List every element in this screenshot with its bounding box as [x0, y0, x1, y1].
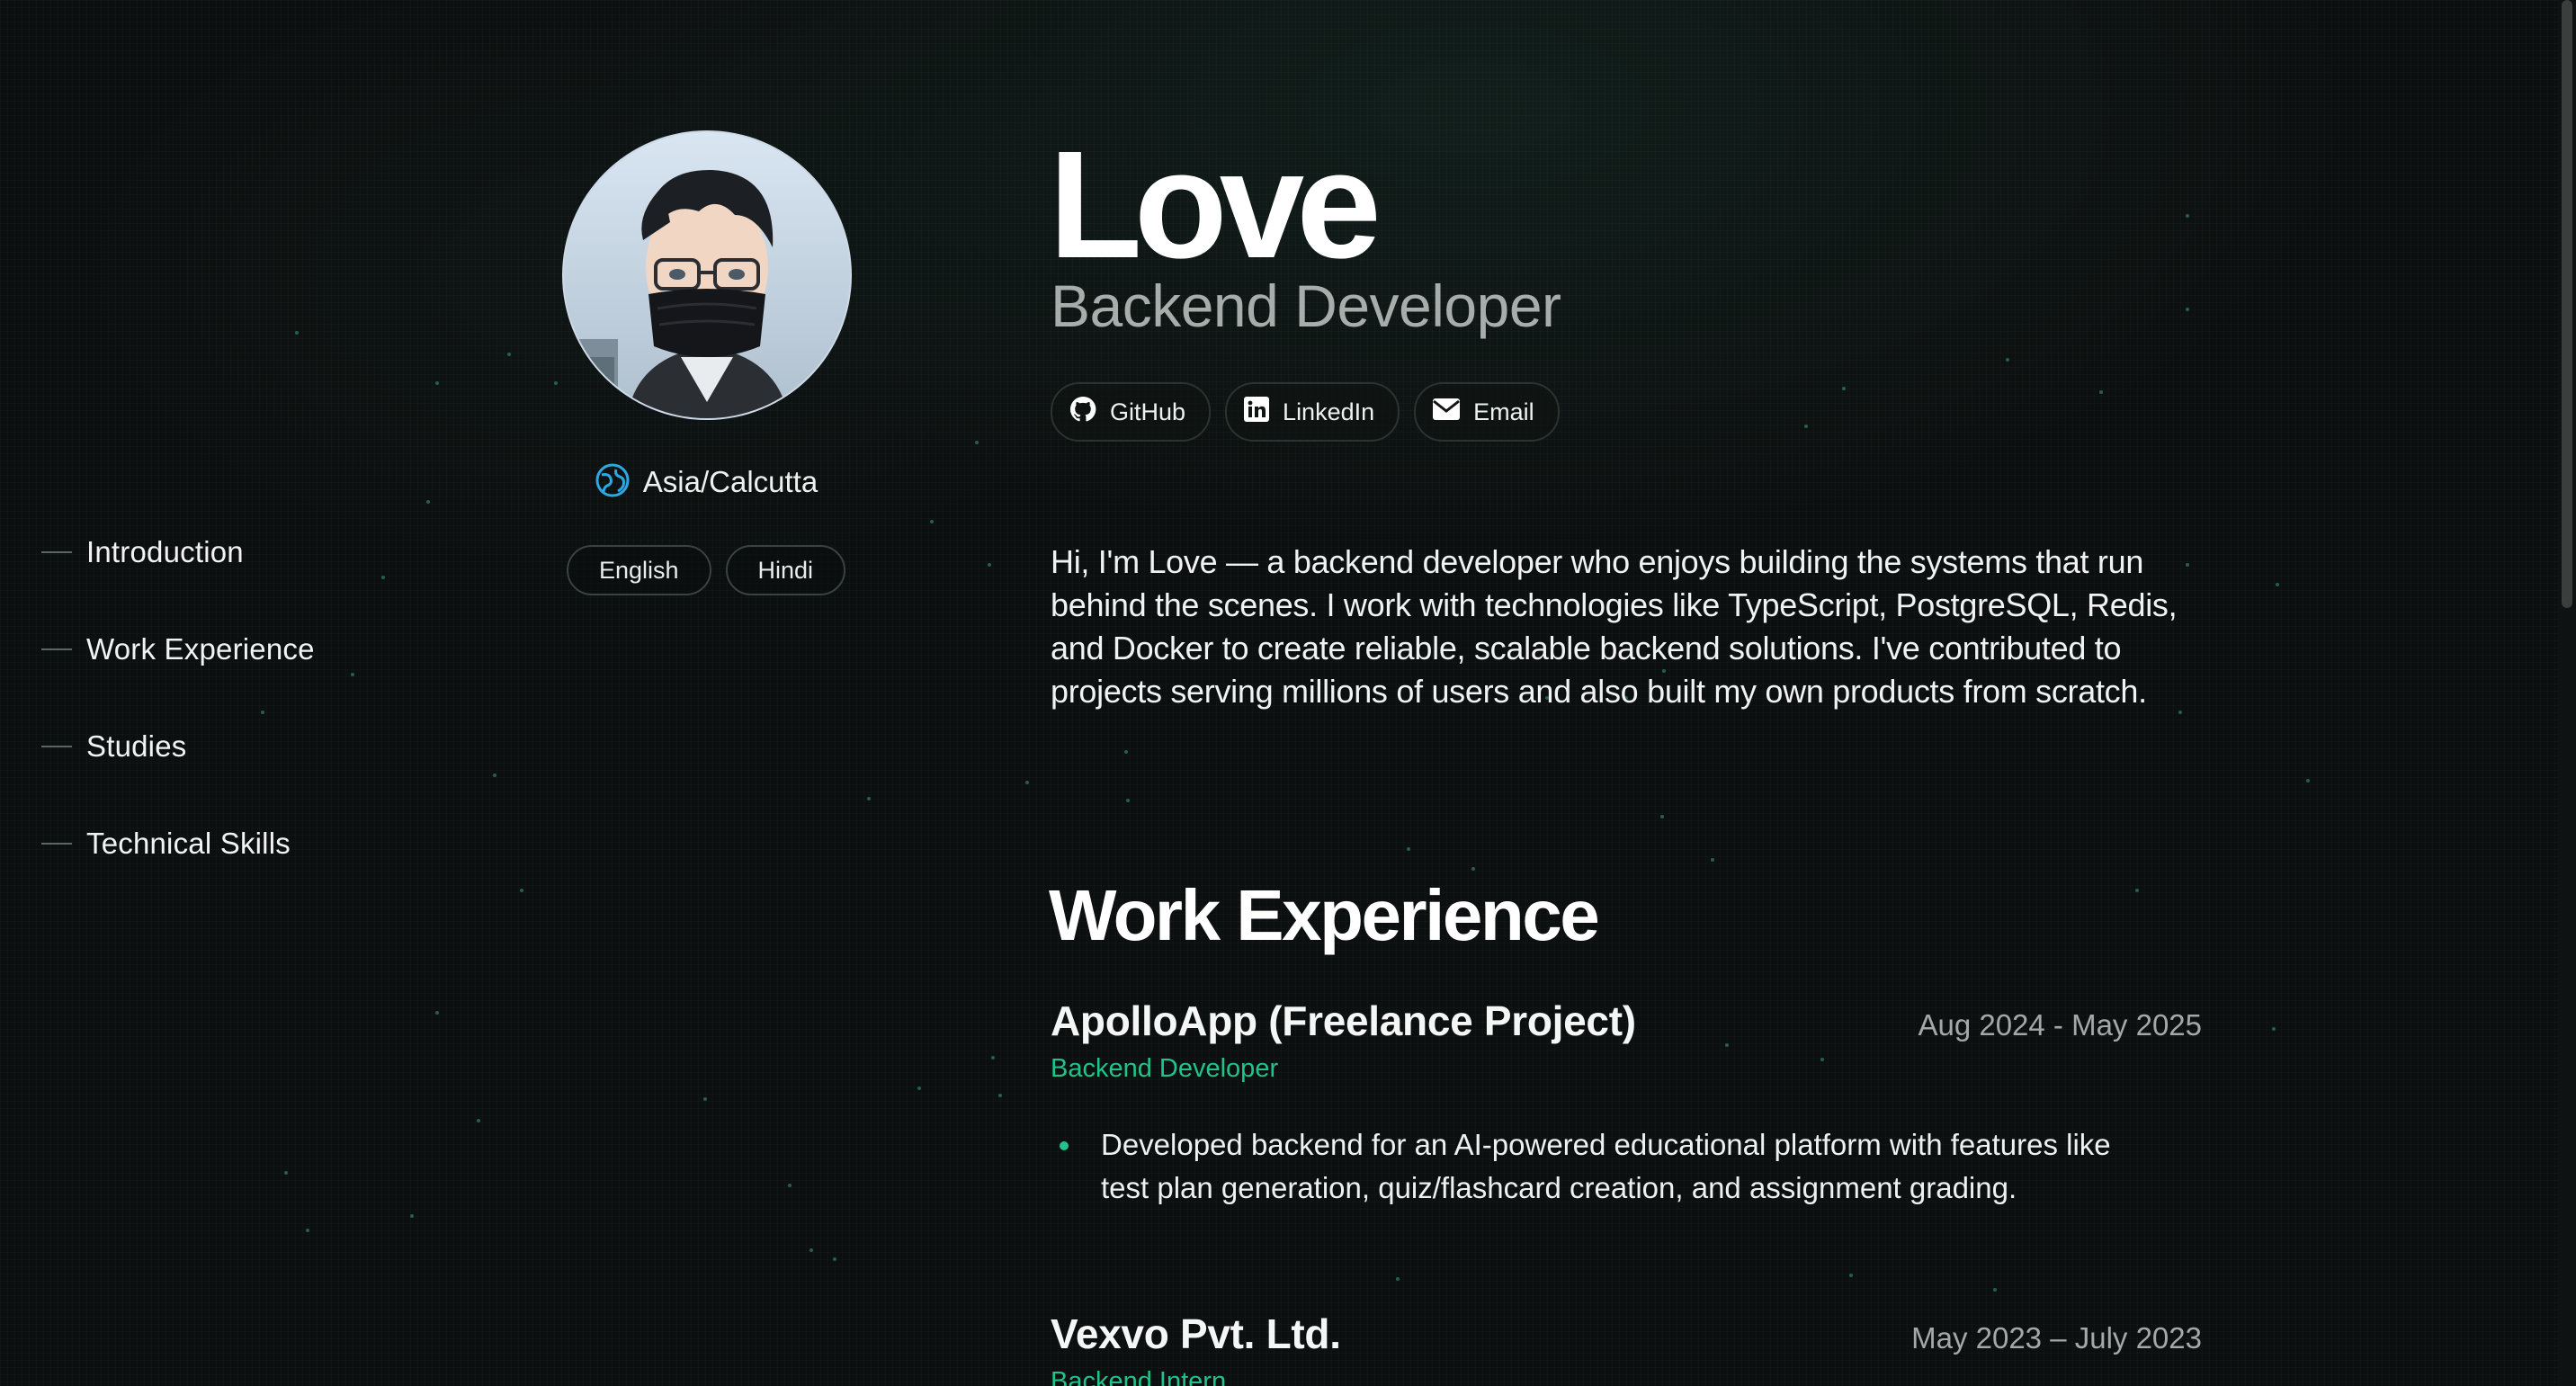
language-chip-english: English	[566, 545, 711, 595]
job-header: Vexvo Pvt. Ltd. May 2023 – July 2023	[1051, 1310, 2202, 1358]
language-chip-hindi: Hindi	[725, 545, 846, 595]
job-role: Backend Developer	[1051, 1054, 1279, 1083]
work-experience-heading: Work Experience	[1049, 875, 1600, 955]
job-entry: ApolloApp (Freelance Project) Aug 2024 -…	[1051, 997, 2202, 1210]
portfolio-page: Introduction Work Experience Studies Tec…	[0, 0, 2576, 1386]
job-header: ApolloApp (Freelance Project) Aug 2024 -…	[1051, 997, 2202, 1045]
page-title: Love	[1049, 120, 1382, 291]
nav-indicator	[41, 843, 72, 845]
nav-item-label: Studies	[86, 729, 187, 763]
email-button[interactable]: Email	[1414, 382, 1560, 442]
section-nav: Introduction Work Experience Studies Tec…	[41, 527, 419, 916]
bullet-icon	[1060, 1141, 1069, 1150]
nav-item-label: Technical Skills	[86, 827, 291, 860]
job-bullets: Developed backend for an AI-powered educ…	[1051, 1123, 2202, 1210]
email-label: Email	[1473, 398, 1534, 425]
job-company: Vexvo Pvt. Ltd.	[1051, 1310, 1341, 1357]
nav-item-work-experience[interactable]: Work Experience	[41, 624, 419, 675]
avatar-portrait	[564, 132, 850, 418]
page-scrollbar[interactable]	[2558, 0, 2576, 1386]
nav-item-label: Work Experience	[86, 632, 315, 666]
nav-item-introduction[interactable]: Introduction	[41, 527, 419, 577]
linkedin-icon	[1243, 396, 1270, 429]
linkedin-label: LinkedIn	[1283, 398, 1375, 425]
job-company: ApolloApp (Freelance Project)	[1051, 997, 1636, 1044]
social-links: GitHub LinkedIn Email	[1051, 382, 1560, 442]
nav-item-technical-skills[interactable]: Technical Skills	[41, 818, 419, 869]
language-chips: English Hindi	[566, 545, 846, 595]
nav-indicator	[41, 551, 72, 553]
globe-icon	[595, 462, 631, 503]
job-role: Backend Intern	[1051, 1367, 1227, 1386]
job-dates: May 2023 – July 2023	[1911, 1321, 2202, 1355]
job-title: Backend Developer	[1051, 273, 1561, 339]
timezone-label: Asia/Calcutta	[642, 465, 818, 498]
github-button[interactable]: GitHub	[1051, 382, 1212, 442]
nav-item-studies[interactable]: Studies	[41, 721, 419, 772]
github-icon	[1069, 395, 1097, 430]
nav-item-label: Introduction	[86, 535, 244, 568]
job-dates: Aug 2024 - May 2025	[1918, 1008, 2202, 1042]
list-item: Developed backend for an AI-powered educ…	[1051, 1123, 2153, 1210]
nav-indicator	[41, 746, 72, 747]
linkedin-button[interactable]: LinkedIn	[1225, 382, 1400, 442]
email-icon	[1432, 398, 1461, 427]
intro-paragraph: Hi, I'm Love — a backend developer who e…	[1051, 543, 2178, 710]
scrollbar-thumb[interactable]	[2562, 0, 2572, 608]
nav-indicator	[41, 648, 72, 650]
timezone: Asia/Calcutta	[585, 457, 827, 507]
github-label: GitHub	[1110, 398, 1186, 425]
avatar	[562, 130, 852, 420]
job-entry: Vexvo Pvt. Ltd. May 2023 – July 2023 Bac…	[1051, 1310, 2202, 1386]
bullet-text: Developed backend for an AI-powered educ…	[1101, 1128, 2111, 1204]
